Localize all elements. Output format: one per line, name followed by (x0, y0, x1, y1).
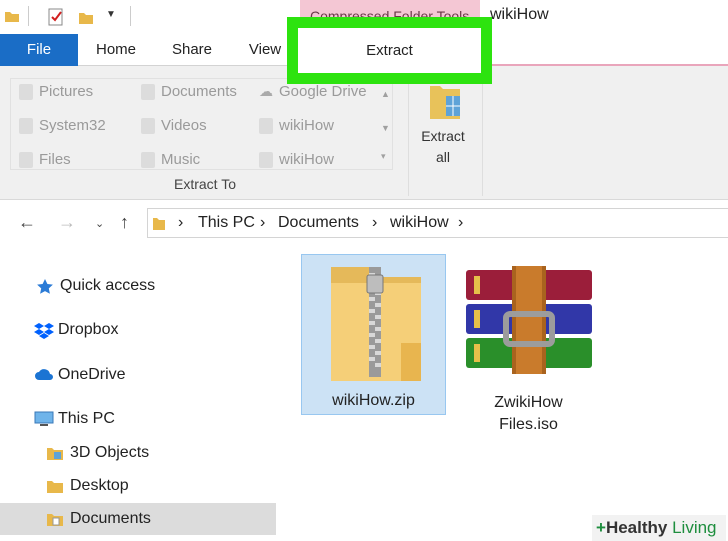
nav-item-quick-access[interactable]: Quick access (0, 270, 276, 302)
gallery-item[interactable]: ☁ Google Drive (259, 83, 367, 100)
tab-file[interactable]: File (0, 34, 78, 66)
chevron-right-icon[interactable]: › (260, 214, 265, 232)
gallery-item[interactable]: Videos (141, 117, 207, 134)
ribbon-body: Pictures Documents ☁ Google Drive System3… (0, 66, 728, 200)
folder-3d-icon (46, 445, 64, 461)
extract-all-button[interactable]: Extract all (410, 126, 476, 168)
recent-locations-chevron-icon[interactable]: ⌄ (95, 217, 104, 230)
folder-icon (46, 478, 64, 494)
music-folder-icon (141, 151, 155, 168)
gallery-item[interactable]: wikiHow (259, 117, 334, 134)
window-title: wikiHow (490, 6, 549, 23)
nav-item-desktop[interactable]: Desktop (0, 470, 276, 502)
gallery-item[interactable]: Pictures (19, 83, 93, 100)
address-box[interactable]: › This PC › Documents › wikiHow › (147, 208, 728, 238)
gallery-expand-icon[interactable]: ▾ (381, 151, 386, 162)
star-icon (36, 278, 54, 294)
cloud-icon (34, 367, 53, 383)
gallery-item[interactable]: System32 (19, 117, 106, 134)
folder-icon[interactable] (4, 8, 20, 24)
chevron-right-icon[interactable]: › (178, 214, 183, 232)
divider (28, 6, 29, 26)
chevron-right-icon[interactable]: › (458, 214, 463, 232)
extract-to-gallery: Pictures Documents ☁ Google Drive System3… (10, 78, 393, 170)
file-item-zwikihow-files-iso[interactable]: ZwikiHow Files.iso (456, 254, 601, 434)
folder-icon (259, 151, 273, 168)
divider (408, 78, 409, 196)
documents-folder-icon (141, 83, 155, 100)
nav-item-documents[interactable]: Documents (0, 503, 276, 535)
address-bar-row: ← → ⌄ ↑ › This PC › Documents › wikiHow … (0, 200, 728, 246)
extract-all-icon[interactable] (428, 80, 462, 122)
divider (130, 6, 131, 26)
group-label-extract-to: Extract To (174, 176, 236, 192)
file-item-wikihow-zip[interactable]: wikiHow.zip (301, 254, 446, 415)
customize-dropdown-icon[interactable]: ▼ (106, 9, 116, 20)
folder-icon (19, 151, 33, 168)
gallery-scroll-down-icon[interactable]: ▼ (381, 123, 390, 133)
gallery-item[interactable]: wikiHow (259, 151, 334, 168)
navigation-pane: Quick access Dropbox OneDrive This PC 3D… (0, 246, 276, 541)
videos-folder-icon (141, 117, 155, 134)
gallery-item[interactable]: Documents (141, 83, 237, 100)
rar-archive-icon (464, 266, 594, 379)
breadcrumb-this-pc[interactable]: This PC (198, 214, 255, 232)
nav-item-this-pc[interactable]: This PC (0, 403, 276, 435)
breadcrumb-wikihow[interactable]: wikiHow (390, 214, 449, 232)
folder-icon (152, 215, 166, 236)
tab-share[interactable]: Share (164, 34, 220, 66)
dropbox-icon (34, 322, 54, 339)
nav-item-dropbox[interactable]: Dropbox (0, 314, 276, 346)
computer-icon (34, 411, 54, 427)
new-folder-icon[interactable] (78, 8, 94, 24)
divider (482, 78, 483, 196)
gallery-item[interactable]: Music (141, 151, 200, 168)
folder-icon (19, 117, 33, 134)
nav-item-3d-objects[interactable]: 3D Objects (0, 437, 276, 469)
cloud-icon: ☁ (259, 83, 273, 99)
tab-extract[interactable]: Extract (287, 17, 492, 84)
properties-icon[interactable] (47, 8, 63, 26)
zip-folder-icon (329, 263, 423, 388)
back-arrow-icon[interactable]: ← (18, 212, 36, 233)
file-label: ZwikiHow Files.iso (494, 394, 563, 433)
forward-arrow-icon[interactable]: → (58, 212, 76, 233)
tab-view[interactable]: View (240, 34, 290, 66)
gallery-scroll-up-icon[interactable]: ▲ (381, 89, 390, 99)
file-label: wikiHow.zip (332, 392, 415, 409)
up-arrow-icon[interactable]: ↑ (120, 212, 129, 233)
healthy-living-watermark: +Healthy Living (592, 515, 726, 541)
breadcrumb-documents[interactable]: Documents (278, 214, 359, 232)
chevron-right-icon[interactable]: › (372, 214, 377, 232)
gallery-item[interactable]: Files (19, 151, 71, 168)
tab-home[interactable]: Home (86, 34, 146, 66)
pictures-folder-icon (19, 83, 33, 100)
documents-folder-icon (46, 511, 64, 527)
folder-icon (259, 117, 273, 134)
nav-item-onedrive[interactable]: OneDrive (0, 359, 276, 391)
